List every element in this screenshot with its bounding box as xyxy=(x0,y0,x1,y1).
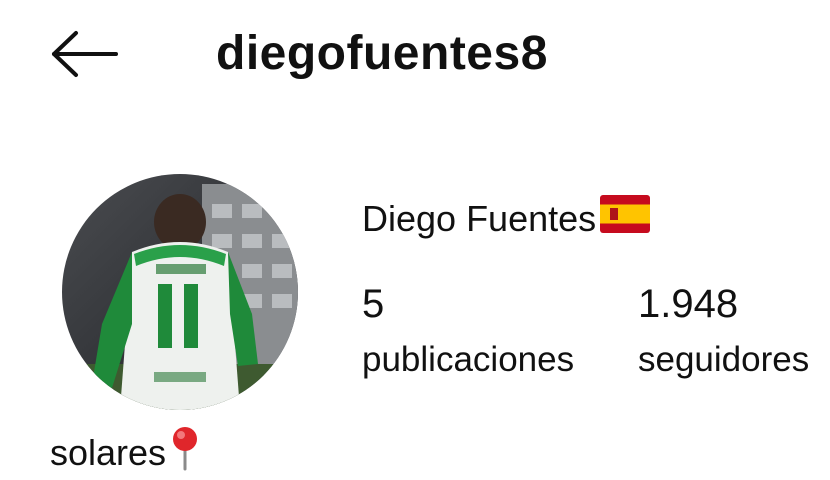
display-name-text: Diego Fuentes xyxy=(362,197,597,239)
posts-count[interactable]: 5 publicaciones xyxy=(362,278,574,384)
followers-count-label: seguidores xyxy=(638,340,810,379)
posts-count-label: publicaciones xyxy=(362,340,575,379)
profile-display-name: Diego Fuentes xyxy=(362,195,651,242)
bio-text: solares xyxy=(50,431,167,473)
back-button[interactable] xyxy=(46,26,122,82)
avatar[interactable] xyxy=(62,174,298,410)
posts-count-value: 5 xyxy=(362,282,385,326)
followers-count-value: 1.948 xyxy=(638,282,739,326)
profile-bio: solares xyxy=(50,425,200,480)
arrow-left-icon xyxy=(50,30,118,78)
top-bar: diegofuentes8 xyxy=(0,0,830,110)
round-pushpin-icon xyxy=(170,425,200,480)
spain-flag-icon xyxy=(600,195,651,242)
profile-username: diegofuentes8 xyxy=(216,27,548,80)
followers-count[interactable]: 1.948 seguidores xyxy=(638,278,809,384)
profile-photo xyxy=(62,174,298,410)
